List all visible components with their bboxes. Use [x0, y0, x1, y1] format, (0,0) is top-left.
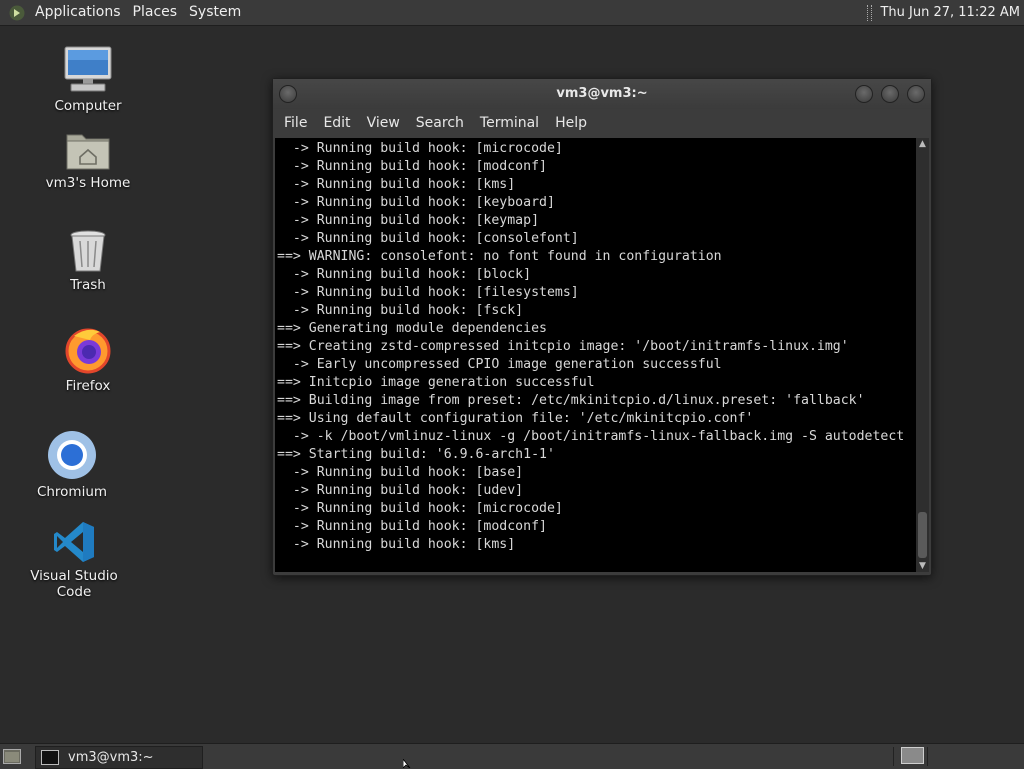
distro-logo-icon[interactable]	[9, 5, 25, 21]
menu-file[interactable]: File	[273, 109, 315, 138]
terminal-line: -> Running build hook: [base]	[277, 465, 524, 480]
panel-separator	[927, 747, 928, 766]
terminal-line: ==> Using default configuration file: '/…	[277, 411, 754, 426]
window-title: vm3@vm3:~	[556, 86, 648, 101]
desktop-icon-trash[interactable]: Trash	[28, 229, 148, 293]
terminal-line: -> Running build hook: [keymap]	[277, 213, 540, 228]
terminal-line: -> Early uncompressed CPIO image generat…	[277, 357, 722, 372]
terminal-line: -> Running build hook: [filesystems]	[277, 285, 579, 300]
panel-separator	[867, 4, 873, 21]
desktop-icon-computer[interactable]: Computer	[28, 46, 148, 114]
chromium-icon	[48, 431, 96, 479]
terminal-output[interactable]: -> Running build hook: [microcode] -> Ru…	[275, 138, 916, 572]
computer-icon	[64, 46, 112, 92]
firefox-icon	[65, 328, 111, 374]
close-button[interactable]	[907, 85, 925, 103]
top-menu: Applications Places System	[29, 0, 247, 25]
terminal-icon	[41, 750, 59, 765]
clock-area: Thu Jun 27, 11:22 AM	[867, 0, 1024, 25]
minimize-button[interactable]	[855, 85, 873, 103]
terminal-line: -> Running build hook: [modconf]	[277, 519, 547, 534]
mouse-cursor-icon	[403, 759, 411, 768]
taskbar-item-label: vm3@vm3:~	[68, 750, 154, 765]
terminal-line: -> Running build hook: [udev]	[277, 483, 524, 498]
clock[interactable]: Thu Jun 27, 11:22 AM	[880, 5, 1024, 20]
scrollbar-thumb[interactable]	[918, 512, 927, 558]
menu-places[interactable]: Places	[127, 0, 184, 25]
desktop-icon-firefox[interactable]: Firefox	[28, 326, 148, 394]
terminal-line: -> -k /boot/vmlinuz-linux -g /boot/initr…	[277, 429, 905, 444]
menu-search[interactable]: Search	[408, 109, 472, 138]
desktop-icon-label: Computer	[54, 98, 122, 114]
terminal-line: -> Running build hook: [keyboard]	[277, 195, 555, 210]
taskbar-item-terminal[interactable]: vm3@vm3:~	[35, 746, 203, 769]
terminal-line: ==> Building image from preset: /etc/mki…	[277, 393, 865, 408]
terminal-window[interactable]: vm3@vm3:~ File Edit View Search Terminal…	[272, 78, 932, 576]
top-panel: Applications Places System Thu Jun 27, 1…	[0, 0, 1024, 26]
terminal-line: ==> Creating zstd-compressed initcpio im…	[277, 339, 849, 354]
desktop-icon-label: Visual Studio Code	[30, 568, 118, 600]
workspace-switcher[interactable]	[901, 747, 924, 764]
terminal-line: ==> Initcpio image generation successful	[277, 375, 595, 390]
terminal-line: -> Running build hook: [microcode]	[277, 141, 563, 156]
menu-system[interactable]: System	[183, 0, 247, 25]
terminal-line: -> Running build hook: [modconf]	[277, 159, 547, 174]
terminal-lines: -> Running build hook: [microcode] -> Ru…	[275, 140, 904, 554]
desktop-icon-label: vm3's Home	[45, 175, 131, 191]
terminal-line: -> Running build hook: [kms]	[277, 537, 516, 552]
terminal-line: -> Running build hook: [kms]	[277, 177, 516, 192]
show-desktop-icon[interactable]	[3, 749, 21, 764]
desktop-icon-vscode[interactable]: Visual Studio Code	[14, 520, 134, 600]
terminal-scrollbar[interactable]: ▲ ▼	[916, 138, 929, 572]
desktop-icon-label: Firefox	[65, 378, 111, 394]
menu-terminal[interactable]: Terminal	[472, 109, 547, 138]
menu-view[interactable]: View	[359, 109, 408, 138]
vscode-icon	[54, 522, 94, 562]
panel-separator	[893, 747, 894, 766]
trash-icon	[70, 230, 106, 272]
terminal-line: ==> Generating module dependencies	[277, 321, 547, 336]
desktop-icon-label: Trash	[70, 277, 106, 293]
maximize-button[interactable]	[881, 85, 899, 103]
terminal-line: -> Running build hook: [microcode]	[277, 501, 563, 516]
terminal-line: -> Running build hook: [block]	[277, 267, 532, 282]
desktop-icon-chromium[interactable]: Chromium	[12, 430, 132, 500]
terminal-line: ==> Starting build: '6.9.6-arch1-1'	[277, 447, 555, 462]
menu-help[interactable]: Help	[547, 109, 595, 138]
window-titlebar[interactable]: vm3@vm3:~	[273, 79, 931, 109]
desktop-icon-home[interactable]: vm3's Home	[28, 129, 148, 191]
menu-edit[interactable]: Edit	[315, 109, 358, 138]
home-folder-icon	[66, 134, 110, 170]
terminal-menubar: File Edit View Search Terminal Help	[273, 109, 931, 138]
terminal-line: -> Running build hook: [consolefont]	[277, 231, 579, 246]
terminal-line: -> Running build hook: [fsck]	[277, 303, 524, 318]
terminal-line: ==> WARNING: consolefont: no font found …	[277, 249, 722, 264]
bottom-panel: vm3@vm3:~	[0, 743, 1024, 769]
scroll-up-arrow-icon[interactable]: ▲	[916, 138, 929, 150]
menu-applications[interactable]: Applications	[29, 0, 127, 25]
desktop-icon-label: Chromium	[36, 484, 108, 500]
scroll-down-arrow-icon[interactable]: ▼	[916, 560, 929, 572]
